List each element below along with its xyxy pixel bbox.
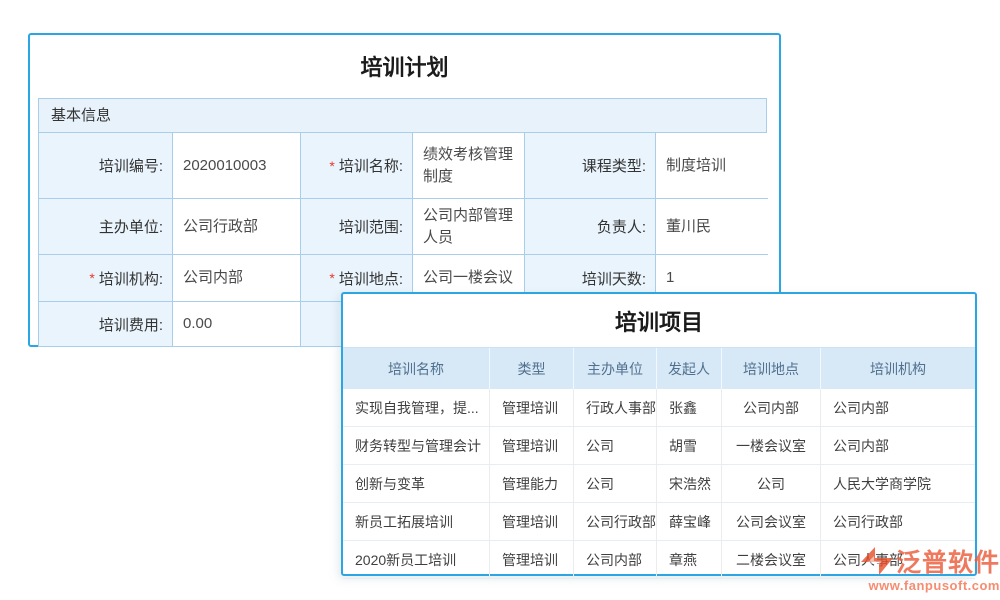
col-header-initiator: 发起人 <box>657 348 722 389</box>
type-cell: 管理培训 <box>490 427 574 464</box>
training-scope-value: 公司内部管理人员 <box>413 199 525 255</box>
type-cell: 管理能力 <box>490 465 574 502</box>
course-type-label: 课程类型: <box>525 133 656 199</box>
place-cell: 公司内部 <box>722 389 821 426</box>
required-asterisk: * <box>329 270 334 286</box>
training-no-value: 2020010003 <box>173 133 301 199</box>
training-fee-value: 0.00 <box>173 302 301 346</box>
training-name-link[interactable]: 实现自我管理，提... <box>343 389 490 426</box>
form-row: 主办单位: 公司行政部 培训范围: 公司内部管理人员 负责人: 董川民 <box>39 199 766 255</box>
training-name-link[interactable]: 新员工拓展培训 <box>343 503 490 540</box>
course-type-value: 制度培训 <box>656 133 768 199</box>
place-cell: 二楼会议室 <box>722 541 821 578</box>
watermark: 泛普软件 www.fanpusoft.com <box>855 543 1000 593</box>
training-projects-panel: 培训项目 培训名称 类型 主办单位 发起人 培训地点 培训机构 实现自我管理，提… <box>341 292 977 576</box>
type-cell: 管理培训 <box>490 503 574 540</box>
place-cell: 公司 <box>722 465 821 502</box>
table-row: 实现自我管理，提... 管理培训 行政人事部 张鑫 公司内部 公司内部 <box>343 389 975 427</box>
place-cell: 一楼会议室 <box>722 427 821 464</box>
org-cell: 公司行政部 <box>821 503 975 540</box>
table-header-row: 培训名称 类型 主办单位 发起人 培训地点 培训机构 <box>343 347 975 389</box>
host-unit-label: 主办单位: <box>39 199 173 255</box>
org-cell: 公司内部 <box>821 389 975 426</box>
org-cell: 公司内部 <box>821 427 975 464</box>
training-name-value: 绩效考核管理制度 <box>413 133 525 199</box>
required-asterisk: * <box>329 158 334 174</box>
person-in-charge-label: 负责人: <box>525 199 656 255</box>
training-name-link[interactable]: 创新与变革 <box>343 465 490 502</box>
training-name-link[interactable]: 2020新员工培训 <box>343 541 490 578</box>
person-in-charge-value: 董川民 <box>656 199 768 255</box>
training-name-label: *培训名称: <box>301 133 413 199</box>
initiator-link[interactable]: 章燕 <box>657 541 722 578</box>
training-fee-label: 培训费用: <box>39 302 173 346</box>
col-header-host-unit: 主办单位 <box>574 348 657 389</box>
initiator-link[interactable]: 胡雪 <box>657 427 722 464</box>
basic-info-section-header: 基本信息 <box>39 99 766 133</box>
fanpu-logo-icon <box>860 547 894 575</box>
type-cell: 管理培训 <box>490 541 574 578</box>
initiator-link[interactable]: 宋浩然 <box>657 465 722 502</box>
watermark-brand-text: 泛普软件 <box>896 543 1000 579</box>
training-scope-label: 培训范围: <box>301 199 413 255</box>
table-row: 创新与变革 管理能力 公司 宋浩然 公司 人民大学商学院 <box>343 465 975 503</box>
watermark-brand-row: 泛普软件 <box>855 543 1000 579</box>
host-unit-cell: 公司 <box>574 465 657 502</box>
table-row: 财务转型与管理会计 管理培训 公司 胡雪 一楼会议室 公司内部 <box>343 427 975 465</box>
initiator-link[interactable]: 张鑫 <box>657 389 722 426</box>
table-row: 新员工拓展培训 管理培训 公司行政部 薛宝峰 公司会议室 公司行政部 <box>343 503 975 541</box>
host-unit-value: 公司行政部 <box>173 199 301 255</box>
host-unit-cell: 公司内部 <box>574 541 657 578</box>
plan-panel-title: 培训计划 <box>30 35 779 98</box>
host-unit-cell: 公司行政部 <box>574 503 657 540</box>
training-org-value: 公司内部 <box>173 255 301 302</box>
training-name-link[interactable]: 财务转型与管理会计 <box>343 427 490 464</box>
watermark-url-text: www.fanpusoft.com <box>855 578 1000 593</box>
required-asterisk: * <box>89 270 94 286</box>
initiator-link[interactable]: 薛宝峰 <box>657 503 722 540</box>
place-cell: 公司会议室 <box>722 503 821 540</box>
org-cell: 人民大学商学院 <box>821 465 975 502</box>
training-org-label: *培训机构: <box>39 255 173 302</box>
form-row: 培训编号: 2020010003 *培训名称: 绩效考核管理制度 课程类型: 制… <box>39 133 766 199</box>
training-no-label: 培训编号: <box>39 133 173 199</box>
col-header-training-name: 培训名称 <box>343 348 490 389</box>
host-unit-cell: 行政人事部 <box>574 389 657 426</box>
col-header-org: 培训机构 <box>821 348 975 389</box>
host-unit-cell: 公司 <box>574 427 657 464</box>
type-cell: 管理培训 <box>490 389 574 426</box>
col-header-place: 培训地点 <box>722 348 821 389</box>
projects-panel-title: 培训项目 <box>343 294 975 347</box>
col-header-type: 类型 <box>490 348 574 389</box>
